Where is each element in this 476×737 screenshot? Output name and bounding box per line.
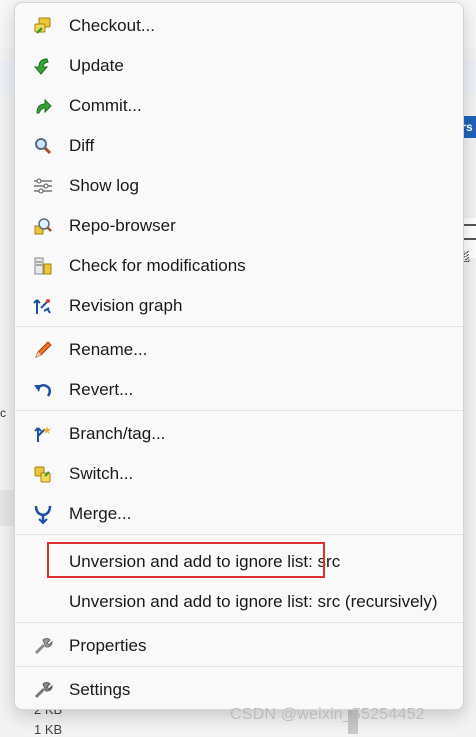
menu-item-label: Rename...	[69, 340, 148, 359]
menu-separator	[15, 410, 463, 411]
menu-item-repo-browser[interactable]: Repo-browser	[15, 208, 463, 244]
check-modifications-icon	[34, 257, 52, 275]
watermark: CSDN @weixin_55254452	[230, 706, 425, 723]
menu-item-label: Merge...	[69, 504, 132, 523]
revision-graph-icon	[33, 299, 51, 314]
file-size: 1 KB	[34, 722, 63, 737]
merge-icon	[34, 505, 52, 524]
menu-item-check-modifications[interactable]: Check for modifications	[15, 248, 463, 284]
menu-item-label: Repo-browser	[69, 216, 176, 235]
menu-item-switch[interactable]: Switch...	[15, 456, 463, 492]
background-row-selected	[0, 490, 14, 526]
menu-item-label: Checkout...	[69, 16, 155, 35]
show-log-icon	[34, 178, 52, 194]
menu-item-label: Diff	[69, 136, 95, 155]
menu-item-revision-graph[interactable]: Revision graph	[15, 288, 463, 324]
menu-item-revert[interactable]: Revert...	[15, 372, 463, 408]
annotation-highlight-box	[47, 542, 325, 578]
settings-icon	[34, 682, 53, 699]
menu-item-branch-tag[interactable]: Branch/tag...	[15, 416, 463, 452]
menu-item-label: Branch/tag...	[69, 424, 166, 443]
checkout-icon	[34, 17, 51, 34]
menu-item-rename[interactable]: Rename...	[15, 332, 463, 368]
menu-item-properties[interactable]: Properties	[15, 628, 463, 664]
branch-tag-icon	[34, 426, 51, 442]
menu-item-unversion-ignore-recursive[interactable]: Unversion and add to ignore list: src (r…	[15, 584, 463, 620]
rename-icon	[35, 341, 52, 358]
switch-icon	[34, 466, 51, 483]
menu-item-label: Commit...	[69, 96, 142, 115]
menu-item-show-log[interactable]: Show log	[15, 168, 463, 204]
menu-item-label: Show log	[69, 176, 139, 195]
menu-item-label: Check for modifications	[69, 256, 246, 275]
menu-separator	[15, 534, 463, 535]
background-text: c	[0, 406, 6, 420]
menu-item-update[interactable]: Update	[15, 48, 463, 84]
menu-item-label: Properties	[69, 636, 147, 655]
repo-browser-icon	[34, 218, 52, 235]
commit-icon	[36, 98, 52, 114]
properties-icon	[34, 638, 53, 655]
menu-item-label: Revert...	[69, 380, 134, 399]
menu-item-settings[interactable]: Settings	[15, 672, 463, 708]
revert-icon	[34, 384, 52, 397]
menu-item-label: Settings	[69, 680, 131, 699]
menu-item-label: Update	[69, 56, 124, 75]
update-icon	[33, 58, 49, 75]
diff-icon	[35, 138, 52, 155]
menu-separator	[15, 666, 463, 667]
menu-item-commit[interactable]: Commit...	[15, 88, 463, 124]
menu-item-label: Unversion and add to ignore list: src (r…	[69, 592, 438, 611]
menu-item-checkout[interactable]: Checkout...	[15, 8, 463, 44]
menu-separator	[15, 622, 463, 623]
context-menu: Checkout... Update Commit... Diff Show l…	[14, 2, 464, 710]
menu-item-diff[interactable]: Diff	[15, 128, 463, 164]
menu-item-label: Revision graph	[69, 296, 183, 315]
menu-item-merge[interactable]: Merge...	[15, 496, 463, 532]
menu-separator	[15, 326, 463, 327]
menu-item-label: Switch...	[69, 464, 134, 483]
